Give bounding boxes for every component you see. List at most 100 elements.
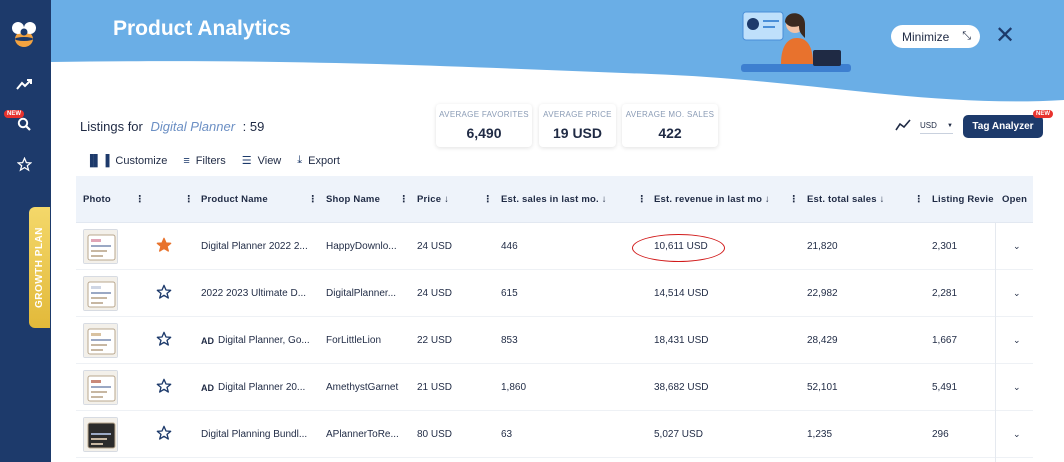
chevron-down-icon[interactable]: ⌄: [1013, 429, 1021, 440]
currency-select[interactable]: USD ▼: [920, 118, 953, 134]
stat-label: AVERAGE PRICE: [543, 110, 612, 119]
listings-separator: :: [242, 119, 247, 134]
product-image-icon: [84, 418, 117, 451]
stat-label: AVERAGE FAVORITES: [439, 110, 529, 119]
shop-name-cell[interactable]: APlannerToRe...: [326, 411, 408, 458]
est-total-sales-cell: 52,101: [807, 382, 838, 393]
product-image-icon: [84, 277, 117, 310]
star-nav-icon[interactable]: [14, 154, 34, 174]
favorite-star-icon[interactable]: [156, 378, 172, 394]
filter-icon: ≡: [183, 154, 190, 167]
listings-summary: Listings for Digital Planner : 59: [80, 119, 264, 134]
product-thumbnail[interactable]: [83, 370, 118, 405]
header-price[interactable]: Price ↓: [417, 176, 449, 223]
revenue-highlight-circle: [632, 234, 725, 262]
price-cell: 22 USD: [417, 335, 453, 346]
product-thumbnail[interactable]: [83, 323, 118, 358]
view-button[interactable]: ☰ View: [241, 154, 282, 168]
view-list-icon: ☰: [241, 155, 252, 167]
product-name: Digital Planning Bundl...: [201, 429, 308, 440]
header-banner: Product Analytics Minimize ⤡ ✕: [51, 0, 1064, 110]
bee-logo-icon[interactable]: [9, 20, 39, 50]
header-photo[interactable]: Photo: [83, 176, 111, 223]
listings-count: 59: [249, 119, 265, 134]
column-menu-icon[interactable]: ⋮: [637, 176, 647, 223]
product-thumbnail[interactable]: [83, 229, 118, 264]
column-menu-icon[interactable]: ⋮: [399, 176, 409, 223]
shop-name-cell[interactable]: AmethystGarnet: [326, 364, 408, 411]
filters-button[interactable]: ≡ Filters: [183, 154, 225, 167]
chevron-down-icon[interactable]: ⌄: [1013, 382, 1021, 393]
table-row[interactable]: Digital Planning Bundl... APlannerToRe..…: [76, 411, 1033, 458]
column-menu-icon[interactable]: ⋮: [483, 176, 493, 223]
chevron-down-icon[interactable]: ⌄: [1013, 288, 1021, 299]
product-name: Digital Planner 2022 2...: [201, 241, 308, 252]
table-row[interactable]: Digital Planner 2022 2... HappyDownlo...…: [76, 223, 1033, 270]
header-label: Shop Name: [326, 194, 381, 205]
chevron-down-icon[interactable]: ⌄: [1013, 241, 1021, 252]
shop-name-cell[interactable]: HappyDownlo...: [326, 223, 408, 270]
header-label: Est. revenue in last mo ↓: [654, 194, 770, 205]
product-thumbnail[interactable]: [83, 417, 118, 452]
product-name: Digital Planner 20...: [218, 382, 306, 393]
header-label: Est. total sales ↓: [807, 194, 885, 205]
product-name-cell[interactable]: Digital Planning Bundl...: [201, 411, 316, 458]
shop-name-cell[interactable]: DigitalPlanner...: [326, 270, 408, 317]
est-revenue-cell: 38,682 USD: [654, 382, 709, 393]
table-row[interactable]: AD Digital Planner, Go... ForLittleLion 2…: [76, 317, 1033, 364]
column-menu-icon[interactable]: ⋮: [184, 176, 194, 223]
header-open[interactable]: Open: [1002, 176, 1027, 223]
est-sales-cell: 1,860: [501, 382, 527, 393]
favorite-star-icon[interactable]: [156, 237, 172, 253]
header-shop-name[interactable]: Shop Name: [326, 176, 380, 223]
header-label: Listing Revie: [932, 194, 994, 205]
listings-keyword: Digital Planner: [150, 119, 236, 134]
product-thumbnail[interactable]: [83, 276, 118, 311]
ad-badge: AD: [201, 335, 214, 346]
header-est-sales[interactable]: Est. sales in last mo. ↓: [501, 176, 607, 223]
header-listing-reviews[interactable]: Listing Revie: [932, 176, 994, 223]
est-sales-cell: 615: [501, 288, 518, 299]
header-est-revenue[interactable]: Est. revenue in last mo ↓: [654, 176, 770, 223]
favorite-star-icon[interactable]: [156, 425, 172, 441]
column-menu-icon[interactable]: ⋮: [914, 176, 924, 223]
scrollbar[interactable]: [995, 223, 996, 462]
chevron-down-icon: ▼: [947, 122, 953, 129]
trend-chart-icon[interactable]: [895, 118, 911, 132]
tag-analyzer-button[interactable]: Tag Analyzer: [963, 115, 1043, 138]
search-nav-icon[interactable]: [14, 114, 34, 134]
table-header: Photo ⋮ ⋮ Product Name ⋮ Shop Name ⋮ Pri…: [76, 176, 1033, 223]
ad-badge: AD: [201, 382, 214, 393]
favorite-star-icon[interactable]: [156, 284, 172, 300]
product-name-cell[interactable]: 2022 2023 Ultimate D...: [201, 270, 316, 317]
est-total-sales-cell: 28,429: [807, 335, 838, 346]
growth-plan-tab[interactable]: GROWTH PLAN: [29, 207, 50, 328]
table-row[interactable]: 2022 2023 Ultimate D... DigitalPlanner..…: [76, 270, 1033, 317]
favorite-star-icon[interactable]: [156, 331, 172, 347]
column-menu-icon[interactable]: ⋮: [135, 176, 145, 223]
est-total-sales-cell: 1,235: [807, 429, 833, 440]
product-name-cell[interactable]: AD Digital Planner, Go...: [201, 317, 316, 364]
export-button[interactable]: ⤓ Export: [297, 154, 340, 167]
minimize-button[interactable]: Minimize ⤡: [891, 25, 980, 48]
stat-average-favorites: AVERAGE FAVORITES 6,490: [436, 104, 532, 147]
chevron-down-icon[interactable]: ⌄: [1013, 335, 1021, 346]
column-menu-icon[interactable]: ⋮: [789, 176, 799, 223]
est-revenue-cell: 14,514 USD: [654, 288, 709, 299]
price-cell: 24 USD: [417, 241, 453, 252]
stat-value: 19 USD: [552, 125, 603, 141]
header-est-total-sales[interactable]: Est. total sales ↓: [807, 176, 885, 223]
customize-button[interactable]: ▐▌▐ Customize: [86, 154, 167, 167]
product-name-cell[interactable]: AD Digital Planner 20...: [201, 364, 316, 411]
column-menu-icon[interactable]: ⋮: [308, 176, 318, 223]
listings-label: Listings for: [80, 119, 143, 134]
product-name-cell[interactable]: Digital Planner 2022 2...: [201, 223, 316, 270]
trend-nav-icon[interactable]: [14, 74, 34, 94]
table-row[interactable]: AD Digital Planner 20... AmethystGarnet 2…: [76, 364, 1033, 411]
product-table: Photo ⋮ ⋮ Product Name ⋮ Shop Name ⋮ Pri…: [76, 176, 1033, 462]
stat-value: 422: [658, 125, 682, 141]
header-product-name[interactable]: Product Name: [201, 176, 268, 223]
close-icon[interactable]: ✕: [993, 24, 1017, 48]
shop-name-cell[interactable]: ForLittleLion: [326, 317, 408, 364]
est-revenue-cell: 5,027 USD: [654, 429, 703, 440]
